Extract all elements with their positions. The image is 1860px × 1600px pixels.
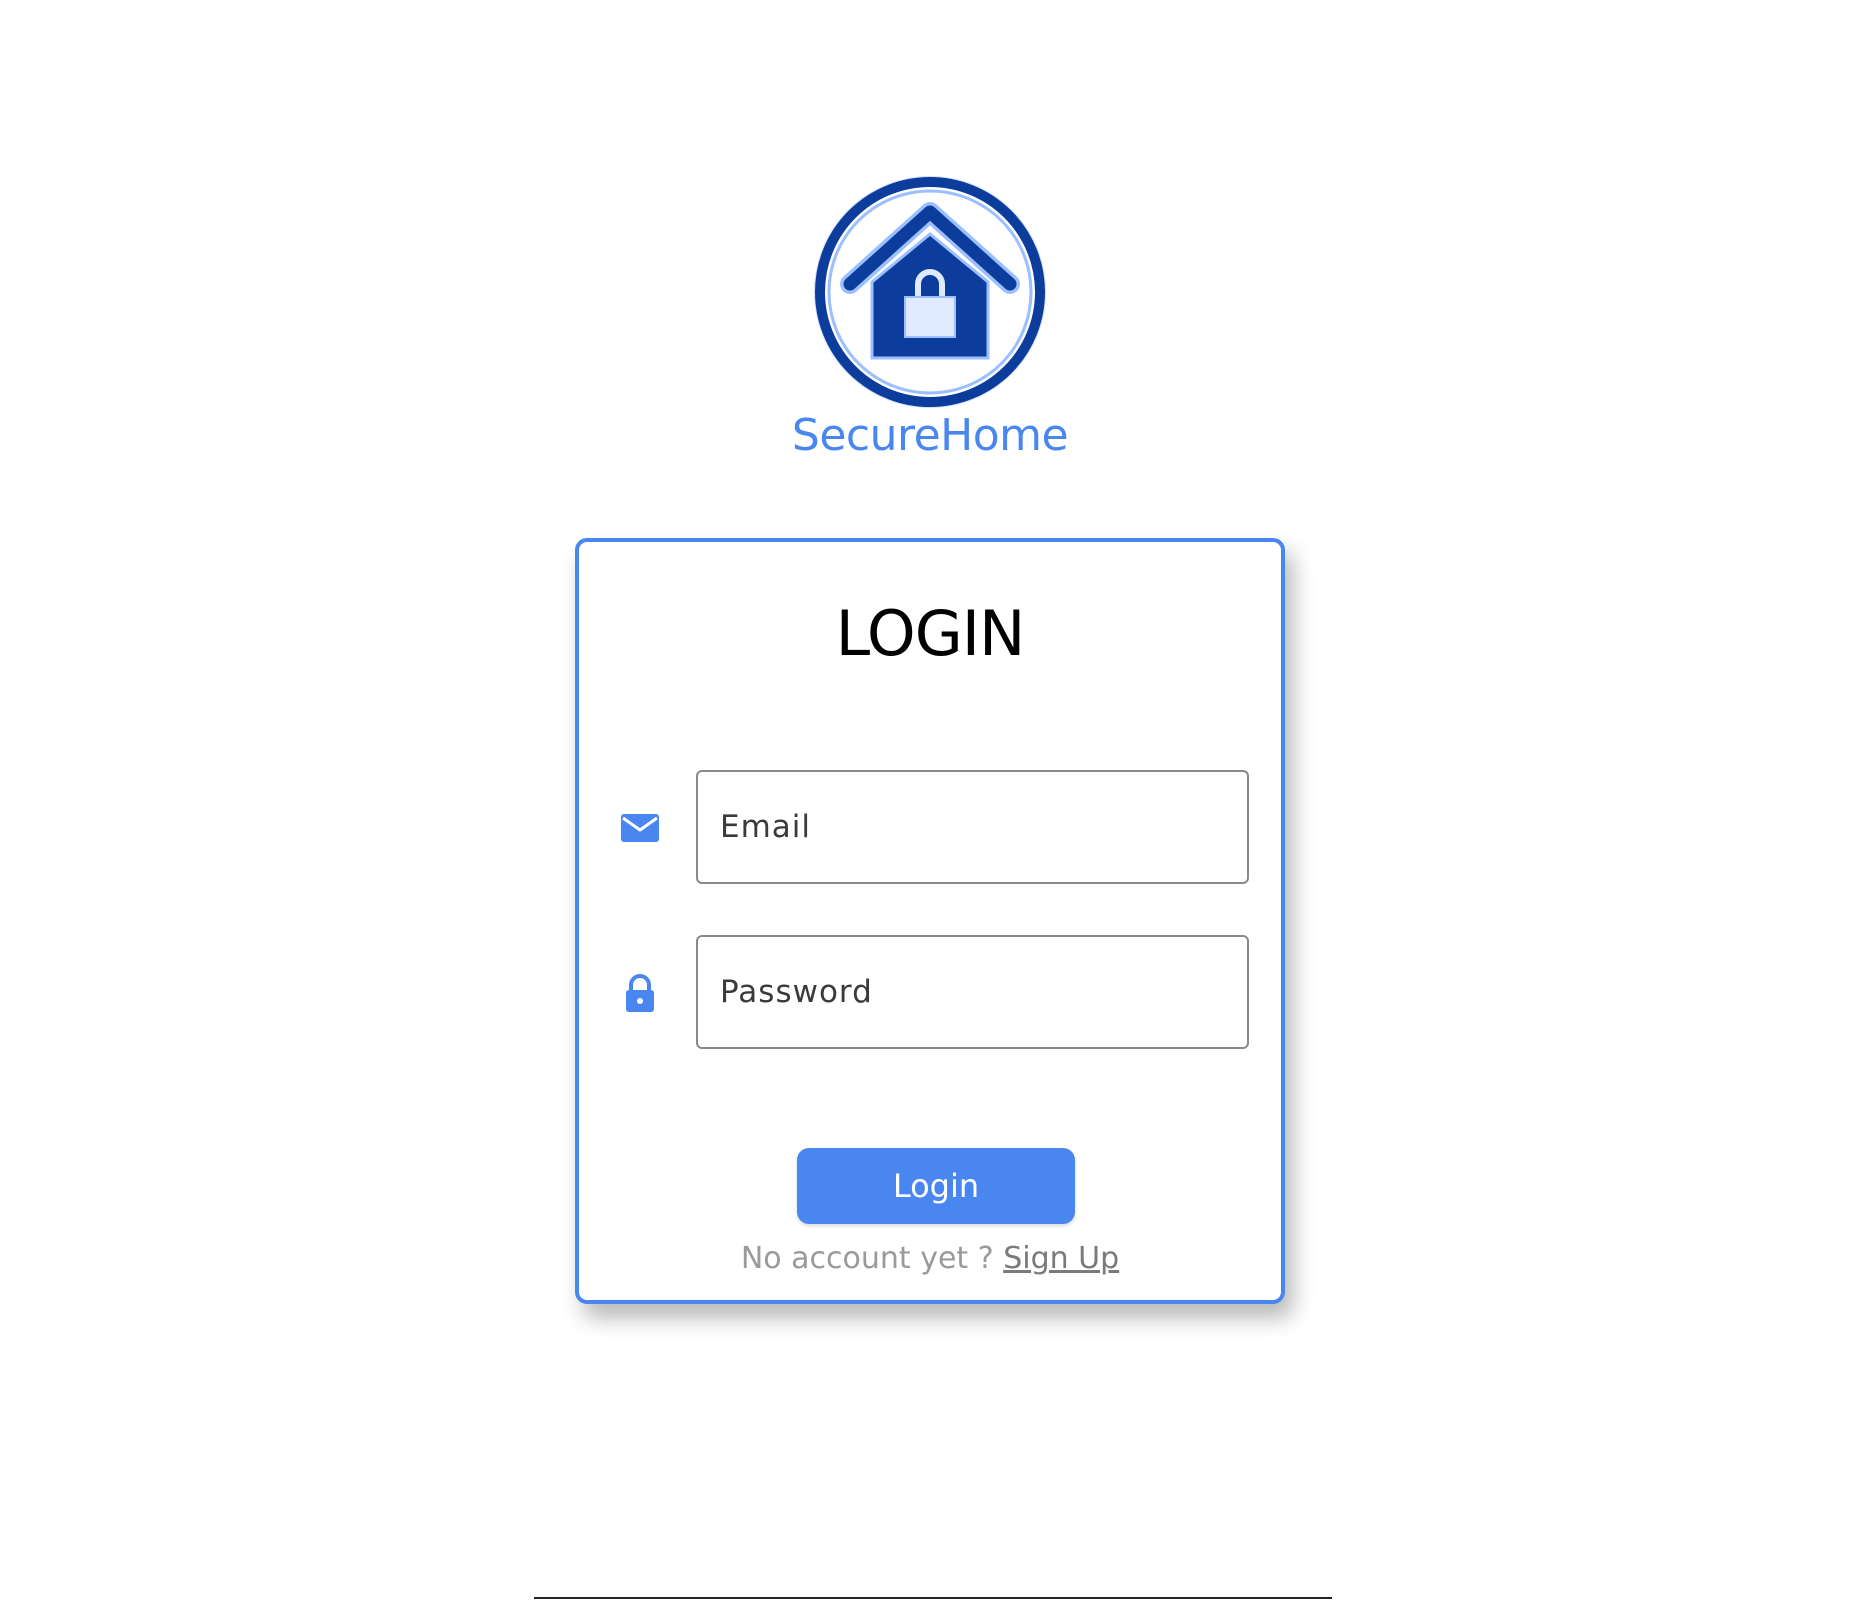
bottom-divider <box>534 1597 1332 1599</box>
house-lock-icon <box>814 176 1046 408</box>
lock-icon <box>619 972 661 1014</box>
password-field[interactable] <box>696 935 1249 1049</box>
brand-name: SecureHome <box>791 410 1069 461</box>
login-button[interactable]: Login <box>797 1148 1075 1224</box>
password-row <box>579 935 1281 1049</box>
brand-logo <box>810 172 1050 412</box>
signup-prompt: No account yet ? <box>740 1241 994 1276</box>
login-card: LOGIN Login No account yet ? Sign Up <box>575 538 1285 1304</box>
mail-icon <box>619 807 661 849</box>
login-title: LOGIN <box>835 597 1026 670</box>
signup-line: No account yet ? Sign Up <box>579 1239 1281 1279</box>
email-row <box>579 770 1281 884</box>
email-field[interactable] <box>696 770 1249 884</box>
signup-link[interactable]: Sign Up <box>1003 1241 1119 1276</box>
